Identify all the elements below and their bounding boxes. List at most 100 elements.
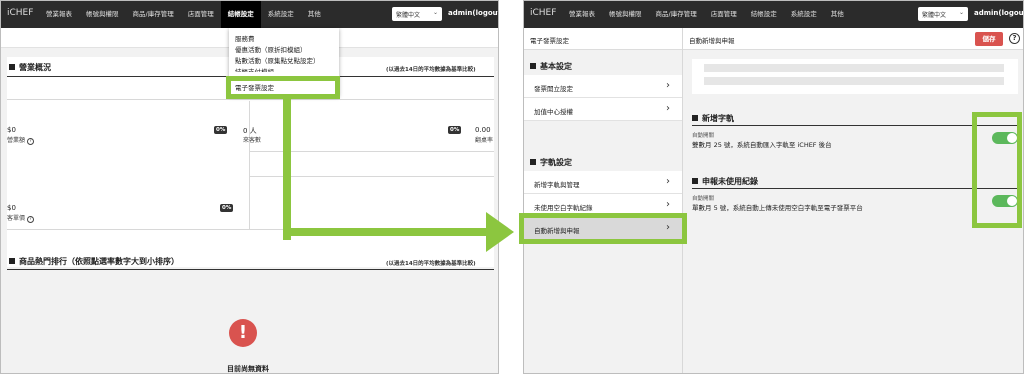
report-unused-title: 申報未使用紀錄 xyxy=(692,176,758,187)
highlight-toggles xyxy=(972,112,1022,228)
language-select-value: 繁體中文 xyxy=(922,12,947,19)
divider xyxy=(7,99,494,100)
basic-settings-title: 基本設定 xyxy=(530,61,572,72)
divider xyxy=(7,269,494,270)
sidebar-item-label: 加值中心授權 xyxy=(534,108,573,116)
menu-item-payment-module[interactable]: 結帳支付模組 xyxy=(235,66,274,72)
nav-products-inventory[interactable]: 商品/庫存管理 xyxy=(126,1,181,28)
square-bullet-icon xyxy=(692,115,698,121)
square-bullet-icon xyxy=(692,178,698,184)
sidebar-item-value-center[interactable]: 加值中心授權 › xyxy=(524,98,682,121)
brand-logo: iCHEF xyxy=(7,8,34,18)
menu-item-service-fee[interactable]: 服務費 xyxy=(235,33,255,43)
new-track-title: 新增字軌 xyxy=(692,113,734,124)
sidebar-header-title: 電子發票設定 xyxy=(530,37,569,45)
main-nav: 營業報表 帳號與權限 商品/庫存管理 店面管理 結帳設定 系統設定 其他 xyxy=(562,1,851,28)
revenue-label-text: 營業額 xyxy=(7,137,26,144)
content-header: 自動新增與申報 儲存 ? xyxy=(683,28,1023,50)
nav-checkout-settings[interactable]: 結帳設定 xyxy=(744,1,784,28)
empty-state-text: 目前尚無資料 xyxy=(227,365,269,373)
ranking-title-text: 商品熱門排行（依照點選率數字大到小排序） xyxy=(19,257,179,266)
divider xyxy=(692,188,1018,189)
nav-store-management[interactable]: 店面管理 xyxy=(181,1,221,28)
nav-accounts[interactable]: 帳號與權限 xyxy=(79,1,126,28)
customers-label: 來客數 xyxy=(243,137,262,144)
avg-ticket-label: 客單價 ? xyxy=(7,213,34,223)
exclamation-icon: ! xyxy=(229,319,257,347)
nav-store-management[interactable]: 店面管理 xyxy=(704,1,744,28)
nav-sales-report[interactable]: 營業報表 xyxy=(562,1,602,28)
overview-note: (以過去14日的平均數據為基準比較) xyxy=(386,67,476,73)
nav-system-settings[interactable]: 系統設定 xyxy=(784,1,824,28)
sidebar-item-label: 未使用空白字軌紀錄 xyxy=(534,204,593,212)
nav-system-settings[interactable]: 系統設定 xyxy=(261,1,301,28)
basic-settings-title-text: 基本設定 xyxy=(540,62,572,71)
right-screenshot: iCHEF 營業報表 帳號與權限 商品/庫存管理 店面管理 結帳設定 系統設定 … xyxy=(523,0,1024,374)
revenue-change-badge: 0% xyxy=(214,126,228,134)
top-nav-bar: iCHEF 營業報表 帳號與權限 商品/庫存管理 店面管理 結帳設定 系統設定 … xyxy=(524,1,1023,28)
report-unused-title-text: 申報未使用紀錄 xyxy=(702,177,758,186)
nav-sales-report[interactable]: 營業報表 xyxy=(39,1,79,28)
square-bullet-icon xyxy=(530,63,536,69)
arrow-connector-horizontal xyxy=(283,228,488,236)
revenue-label: 營業額 ? xyxy=(7,135,34,145)
new-track-title-text: 新增字軌 xyxy=(702,114,734,123)
arrow-connector-vertical xyxy=(283,97,291,240)
divider xyxy=(249,101,250,229)
sidebar-item-track-management[interactable]: 新增字軌與管理 › xyxy=(524,171,682,194)
admin-logout-link[interactable]: admin(logout) xyxy=(974,9,1023,17)
turnover-label: 翻桌率 xyxy=(475,137,494,144)
main-nav: 營業報表 帳號與權限 商品/庫存管理 店面管理 結帳設定 系統設定 其他 xyxy=(39,1,328,28)
sidebar-item-invoice-issue[interactable]: 發票開立設定 › xyxy=(524,75,682,98)
customers-change-badge: 0% xyxy=(448,126,462,134)
track-settings-title-text: 字軌設定 xyxy=(540,158,572,167)
highlight-e-invoice-menu xyxy=(226,76,340,99)
nav-products-inventory[interactable]: 商品/庫存管理 xyxy=(649,1,704,28)
ranking-title: 商品熱門排行（依照點選率數字大到小排序） xyxy=(9,256,179,267)
menu-item-promotions[interactable]: 優惠活動（原折扣模組） xyxy=(235,44,307,54)
placeholder-bar xyxy=(704,77,1004,85)
save-button[interactable]: 儲存 xyxy=(975,32,1003,46)
help-circle-icon[interactable]: ? xyxy=(26,216,34,223)
chevron-right-icon: › xyxy=(666,103,670,114)
highlight-auto-report-item xyxy=(519,213,687,244)
chevron-down-icon: ⌄ xyxy=(432,9,438,16)
nav-checkout-settings[interactable]: 結帳設定 xyxy=(220,1,261,28)
overview-title-text: 營業概況 xyxy=(19,63,51,72)
column-divider xyxy=(682,28,683,373)
avg-ticket-label-text: 客單價 xyxy=(7,215,26,222)
new-track-toggle-label: 自動開關 xyxy=(692,133,715,139)
ranking-note: (以過去14日的平均數據為基準比較) xyxy=(386,261,476,267)
language-select[interactable]: 繁體中文 ⌄ xyxy=(392,7,442,21)
square-bullet-icon xyxy=(9,258,15,264)
track-settings-title: 字軌設定 xyxy=(530,157,572,168)
overview-title: 營業概況 xyxy=(9,62,51,73)
report-toggle-label: 自動開關 xyxy=(692,196,715,202)
divider xyxy=(692,125,1018,126)
revenue-value: $0 xyxy=(7,126,16,134)
placeholder-bar xyxy=(704,64,1004,72)
nav-other[interactable]: 其他 xyxy=(824,1,851,28)
sidebar-item-label: 發票開立設定 xyxy=(534,85,573,93)
avg-ticket-change-badge: 0% xyxy=(220,204,234,212)
brand-logo: iCHEF xyxy=(530,8,557,18)
language-select-value: 繁體中文 xyxy=(396,12,421,19)
arrow-head-icon xyxy=(486,212,514,252)
admin-logout-link[interactable]: admin(logout) xyxy=(448,9,498,17)
nav-accounts[interactable]: 帳號與權限 xyxy=(602,1,649,28)
help-circle-icon[interactable]: ? xyxy=(26,138,34,145)
turnover-value: 0.00 xyxy=(475,126,491,134)
chevron-right-icon: › xyxy=(666,80,670,91)
nav-other[interactable]: 其他 xyxy=(301,1,328,28)
square-bullet-icon xyxy=(530,159,536,165)
help-icon[interactable]: ? xyxy=(1009,33,1020,44)
sidebar-item-label: 新增字軌與管理 xyxy=(534,181,580,189)
avg-ticket-value: $0 xyxy=(7,204,16,212)
sidebar-header: 電子發票設定 xyxy=(524,28,682,50)
top-nav-bar: iCHEF 營業報表 帳號與權限 商品/庫存管理 店面管理 結帳設定 系統設定 … xyxy=(1,1,498,28)
chevron-right-icon: › xyxy=(666,199,670,210)
language-select[interactable]: 繁體中文 ⌄ xyxy=(918,7,968,21)
menu-item-points[interactable]: 點數活動（原集點兌點設定） xyxy=(235,55,320,65)
new-track-description: 雙數月 25 號，系統自動匯入字軌至 iCHEF 後台 xyxy=(692,141,832,149)
chevron-down-icon: ⌄ xyxy=(958,9,964,16)
